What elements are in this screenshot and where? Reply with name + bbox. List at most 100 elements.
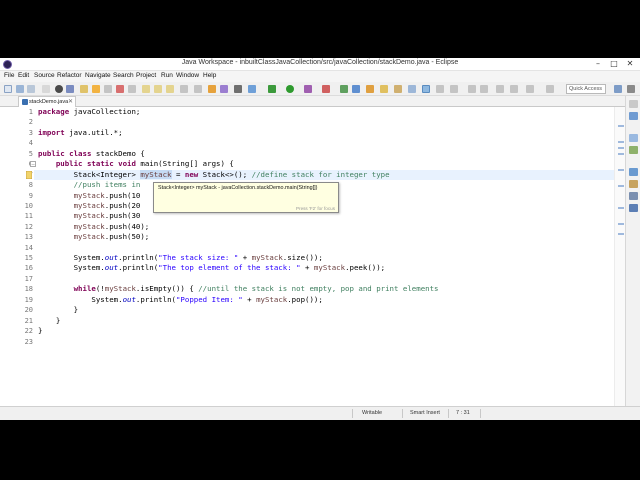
menu-run[interactable]: Run — [161, 72, 173, 79]
step-return-icon[interactable] — [166, 85, 174, 93]
maximize-button[interactable]: □ — [608, 59, 620, 69]
occurrence-mark[interactable] — [618, 141, 624, 143]
eclipse-window: Java Workspace - inbuiltClassJavaCollect… — [0, 58, 640, 420]
line-number: 16 — [24, 264, 33, 272]
menu-bar: File Edit Source Refactor Navigate Searc… — [0, 71, 640, 82]
show-whitespace-icon[interactable] — [436, 85, 444, 93]
menu-window[interactable]: Window — [176, 72, 199, 79]
menu-file[interactable]: File — [4, 72, 14, 79]
status-separator — [402, 409, 403, 418]
resume-icon[interactable] — [92, 85, 100, 93]
block-selection-icon[interactable] — [450, 85, 458, 93]
use-step-filters-icon[interactable] — [194, 85, 202, 93]
code-line-20: } — [73, 305, 79, 314]
disconnect-icon[interactable] — [128, 85, 136, 93]
line-number: 22 — [24, 327, 33, 335]
javadoc-icon[interactable] — [629, 180, 638, 188]
occurrence-mark[interactable] — [618, 223, 624, 225]
skip-breakpoints-icon[interactable] — [80, 85, 88, 93]
line-number-gutter: 1 2 3 4 5 6 7 8 9 10 11 12 13 14 15 16 1… — [0, 107, 36, 420]
step-into-icon[interactable] — [142, 85, 150, 93]
code-editor[interactable]: 1 2 3 4 5 6 7 8 9 10 11 12 13 14 15 16 1… — [0, 107, 625, 420]
build-icon[interactable] — [248, 85, 256, 93]
code-line-11: myStack.push(30 — [73, 211, 141, 220]
occurrence-mark[interactable] — [618, 185, 624, 187]
toggle-mark-icon[interactable] — [55, 85, 63, 93]
status-insert-mode[interactable]: Smart Insert — [410, 410, 440, 416]
occurrence-mark[interactable] — [618, 169, 624, 171]
run-icon[interactable] — [286, 85, 294, 93]
variable-hover-tooltip[interactable]: Stack<Integer> myStack - javaCollection.… — [153, 182, 339, 213]
outline-icon[interactable] — [629, 134, 638, 142]
occurrence-mark[interactable] — [618, 125, 624, 127]
line-number: 14 — [24, 244, 33, 252]
occurrence-mark[interactable] — [618, 153, 624, 155]
open-type-icon[interactable] — [366, 85, 374, 93]
forward-icon[interactable] — [526, 85, 534, 93]
status-separator — [480, 409, 481, 418]
selected-variable: myStack — [140, 170, 172, 179]
pin-editor-icon[interactable] — [546, 85, 554, 93]
menu-source[interactable]: Source — [34, 72, 55, 79]
back-icon[interactable] — [510, 85, 518, 93]
task-list-icon[interactable] — [629, 146, 638, 154]
new-file-icon[interactable] — [4, 85, 12, 93]
line-number: 19 — [24, 296, 33, 304]
open-resource-icon[interactable] — [380, 85, 388, 93]
coverage-icon[interactable] — [304, 85, 312, 93]
drop-to-frame-icon[interactable] — [180, 85, 188, 93]
line-number: 4 — [28, 139, 33, 147]
close-button[interactable]: ✕ — [624, 59, 636, 69]
code-line-19: System.out.println("Popped Item: " + myS… — [91, 295, 323, 304]
line-number: 18 — [24, 285, 33, 293]
external-tools-icon[interactable] — [322, 85, 330, 93]
last-edit-location-icon[interactable] — [496, 85, 504, 93]
toggle-annotation-icon[interactable] — [408, 85, 416, 93]
previous-annotation-icon[interactable] — [480, 85, 488, 93]
status-separator — [448, 409, 449, 418]
next-annotation-icon[interactable] — [468, 85, 476, 93]
menu-edit[interactable]: Edit — [18, 72, 29, 79]
line-number: 6 — [0, 159, 33, 169]
open-perspective-icon[interactable] — [208, 85, 216, 93]
java-perspective-icon[interactable] — [614, 85, 622, 93]
occurrence-mark[interactable] — [618, 147, 624, 149]
toggle-mark-occurrences-icon[interactable] — [422, 85, 430, 93]
menu-refactor[interactable]: Refactor — [57, 72, 82, 79]
fold-toggle-icon[interactable]: − — [30, 161, 36, 168]
line-number: 20 — [24, 306, 33, 314]
minimize-button[interactable]: – — [592, 59, 604, 69]
menu-project[interactable]: Project — [136, 72, 156, 79]
code-line-8: //push items in — [73, 180, 141, 189]
status-cursor-position: 7 : 31 — [456, 410, 470, 416]
search-icon[interactable] — [394, 85, 402, 93]
save-icon[interactable] — [16, 85, 24, 93]
open-console-icon[interactable] — [220, 85, 228, 93]
console-icon[interactable] — [629, 204, 638, 212]
close-icon[interactable]: ✕ — [68, 97, 73, 107]
line-number: 12 — [24, 223, 33, 231]
suspend-icon[interactable] — [104, 85, 112, 93]
maximize-icon[interactable] — [629, 100, 638, 108]
save-all-icon[interactable] — [27, 85, 35, 93]
declaration-icon[interactable] — [629, 192, 638, 200]
new-java-class-icon[interactable] — [352, 85, 360, 93]
terminal-icon[interactable] — [66, 85, 74, 93]
menu-navigate[interactable]: Navigate — [85, 72, 111, 79]
step-over-icon[interactable] — [154, 85, 162, 93]
new-java-package-icon[interactable] — [340, 85, 348, 93]
problems-icon[interactable] — [629, 168, 638, 176]
package-explorer-icon[interactable] — [629, 112, 638, 120]
menu-search[interactable]: Search — [113, 72, 134, 79]
tab-stackdemo-java[interactable]: stackDemo.java ✕ — [18, 96, 76, 107]
quick-access-input[interactable]: Quick Access — [566, 84, 606, 94]
menu-help[interactable]: Help — [203, 72, 216, 79]
open-task-icon[interactable] — [234, 85, 242, 93]
overview-ruler[interactable] — [614, 107, 625, 420]
debug-perspective-icon[interactable] — [627, 85, 635, 93]
occurrence-mark[interactable] — [618, 233, 624, 235]
print-icon[interactable] — [42, 85, 50, 93]
debug-icon[interactable] — [268, 85, 276, 93]
terminate-icon[interactable] — [116, 85, 124, 93]
occurrence-mark[interactable] — [618, 207, 624, 209]
